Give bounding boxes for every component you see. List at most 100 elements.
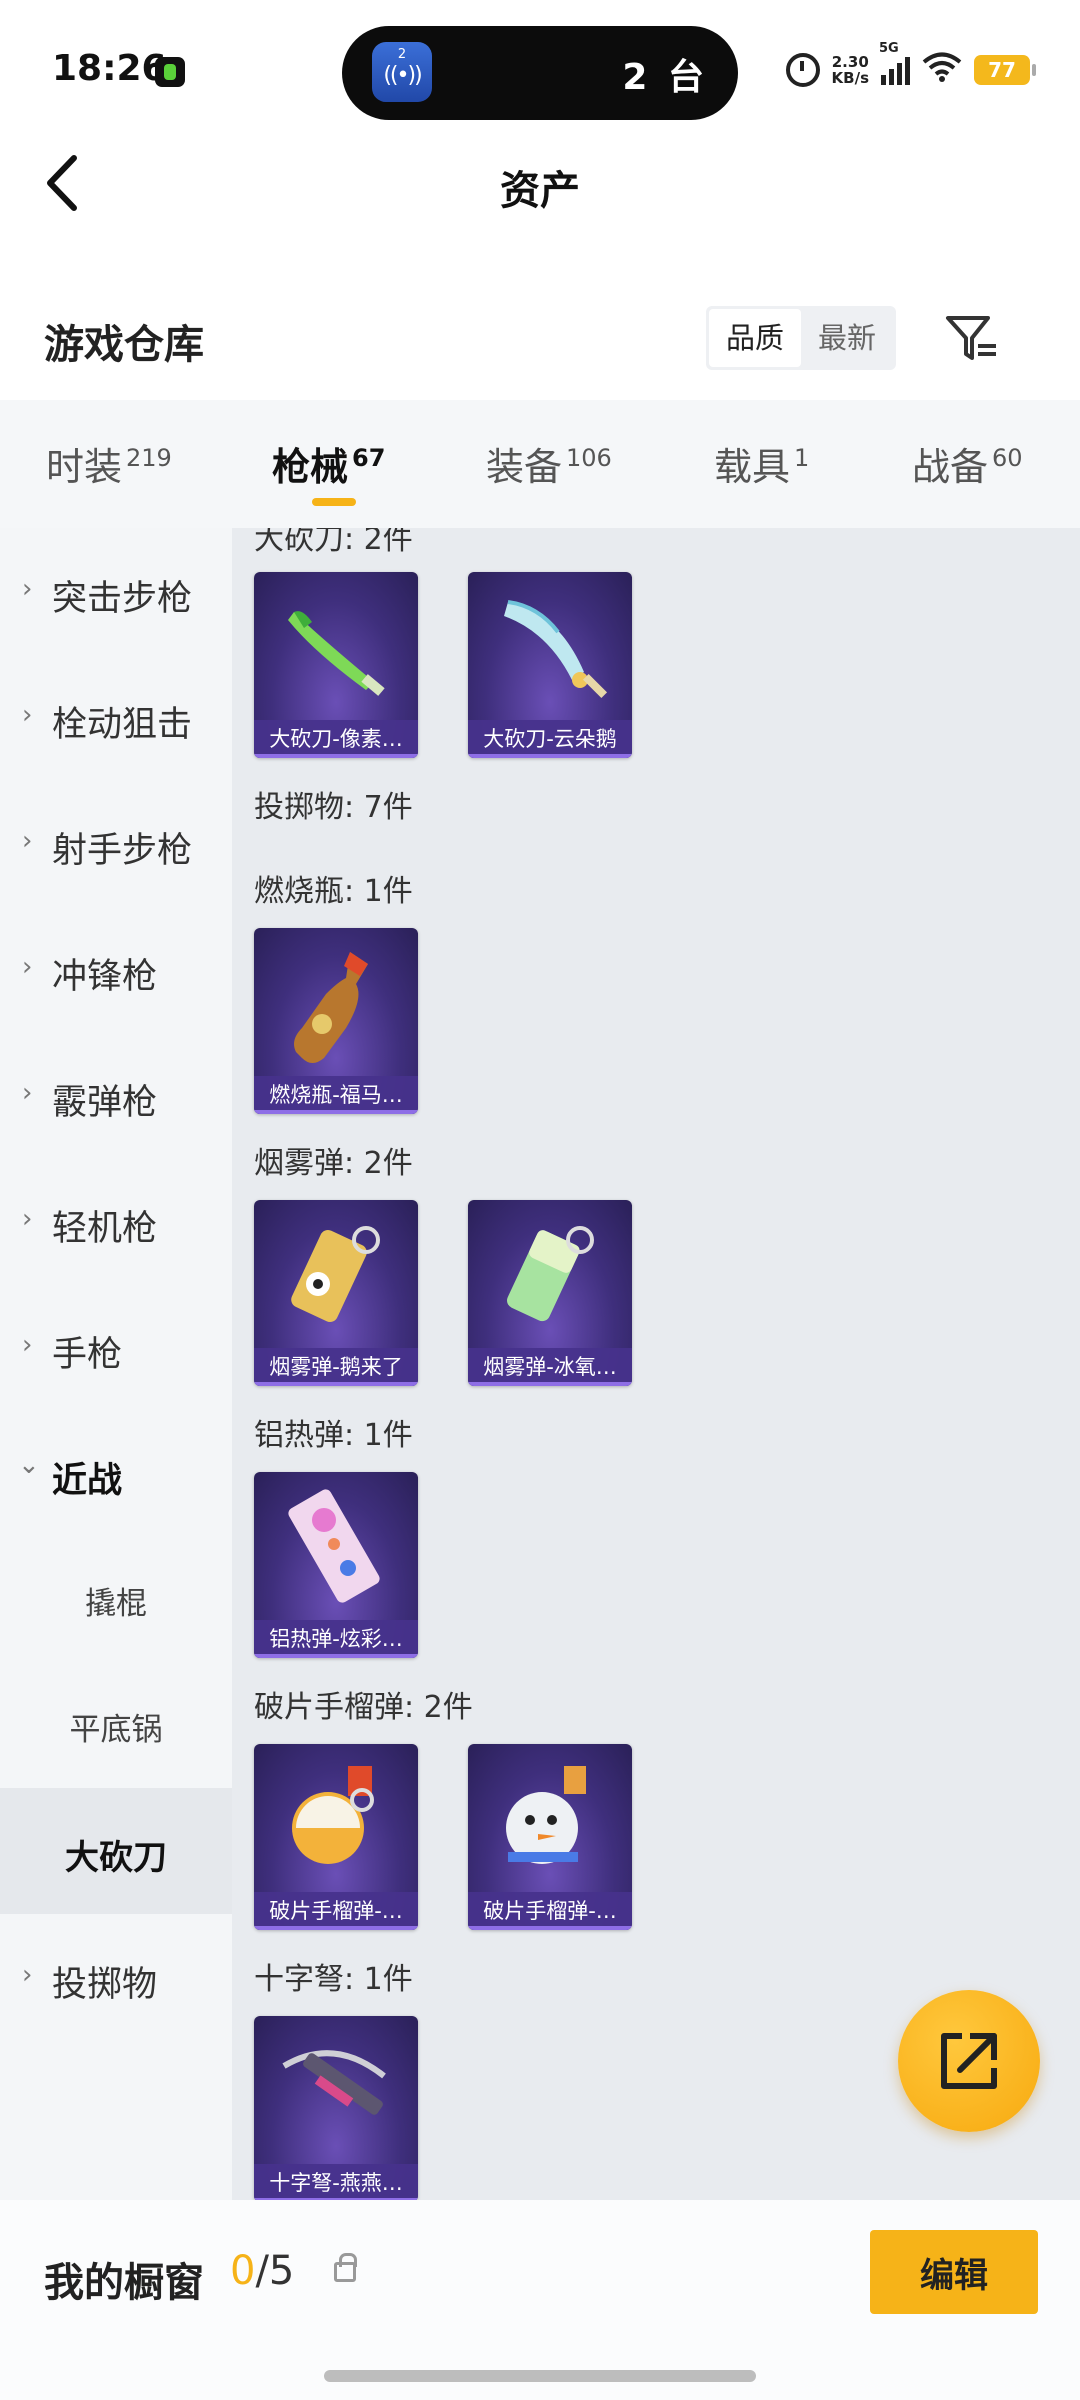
item-name: 破片手榴弹-… — [468, 1892, 632, 1930]
edit-button[interactable]: 编辑 — [870, 2230, 1038, 2314]
sidebar-item-label: 轻机枪 — [52, 1209, 158, 1249]
tab-count: 1 — [794, 444, 810, 472]
molotov-bottle-icon — [294, 952, 368, 1063]
cloud-goose-machete-icon — [504, 600, 608, 699]
section-label: 投掷物: 7件 — [254, 790, 413, 825]
sidebar-item-label: 投掷物 — [52, 1965, 158, 2005]
net-speed-unit: KB/s — [831, 69, 869, 87]
tab-label: 载具 — [714, 445, 791, 489]
share-fab-button[interactable] — [898, 1990, 1040, 2132]
dynamic-island[interactable]: 2 ((•)) 2 台 — [342, 26, 738, 120]
category-tabs: 时装 219 枪械 67 装备 106 载具 1 战备 60 — [0, 400, 1080, 528]
broadcast-icon: 2 ((•)) — [372, 42, 432, 102]
sidebar-item-marksman-rifle[interactable]: › 射手步枪 — [0, 780, 232, 906]
sidebar-item-bolt-sniper[interactable]: › 栓动狙击 — [0, 654, 232, 780]
sidebar-item-smg[interactable]: › 冲锋枪 — [0, 906, 232, 1032]
showcase-total: /5 — [255, 2248, 295, 2294]
page-title: 资产 — [500, 168, 580, 214]
home-indicator[interactable] — [324, 2370, 756, 2382]
sidebar-item-label: 大砍刀 — [65, 1838, 167, 1878]
chevron-down-icon: ⌄ — [18, 1450, 40, 1480]
tab-firearms[interactable]: 枪械 67 — [272, 436, 385, 491]
island-badge: 2 — [397, 47, 407, 62]
chevron-right-icon: › — [22, 1078, 33, 1108]
sidebar-item-label: 栓动狙击 — [52, 705, 193, 745]
showcase-label: 我的橱窗 — [44, 2260, 204, 2306]
showcase-count: 0/5 — [230, 2248, 294, 2294]
item-name: 烟雾弹-鹅来了 — [254, 1348, 418, 1386]
item-card[interactable]: 大砍刀-云朵鹅 — [468, 572, 632, 758]
item-card[interactable]: 燃烧瓶-福马… — [254, 928, 418, 1114]
sidebar-item-label: 冲锋枪 — [52, 957, 158, 997]
sidebar-item-throwables[interactable]: › 投掷物 — [0, 1914, 232, 2040]
sidebar-item-label: 射手步枪 — [52, 831, 193, 871]
filter-icon[interactable] — [944, 310, 1000, 366]
lock-icon — [334, 2253, 357, 2282]
crossbow-icon — [282, 2050, 386, 2115]
item-card[interactable]: 破片手榴弹-… — [468, 1744, 632, 1930]
item-card[interactable]: 十字弩-燕燕… — [254, 2016, 418, 2200]
weapon-type-sidebar: › 突击步枪 › 栓动狙击 › 射手步枪 › 冲锋枪 › 霰弹枪 › 轻机枪 › 手枪 ⌄ 近战… — [0, 528, 232, 2200]
tab-vehicles[interactable]: 载具 1 — [714, 436, 809, 491]
sidebar-item-label: 手枪 — [52, 1335, 123, 1375]
sidebar-item-pistol[interactable]: › 手枪 — [0, 1284, 232, 1410]
active-tab-indicator — [312, 498, 356, 506]
sidebar-item-assault-rifle[interactable]: › 突击步枪 — [0, 528, 232, 654]
chevron-right-icon: › — [22, 1960, 33, 1990]
tab-fashion[interactable]: 时装 219 — [46, 436, 172, 491]
sidebar-item-label: 平底锅 — [69, 1712, 163, 1748]
tab-combat-supplies[interactable]: 战备 60 — [912, 436, 1023, 491]
section-label: 破片手榴弹: 2件 — [254, 1690, 473, 1725]
wifi-icon — [922, 51, 962, 89]
chevron-right-icon: › — [22, 952, 33, 982]
sort-quality-option[interactable]: 品质 — [709, 309, 801, 367]
external-link-icon — [941, 2033, 997, 2089]
tab-label: 时装 — [46, 445, 123, 489]
battery-icon: 77 — [974, 55, 1036, 85]
sidebar-item-crowbar[interactable]: 撬棍 — [0, 1536, 232, 1662]
sidebar-item-label: 撬棍 — [85, 1586, 147, 1622]
sidebar-item-label: 霰弹枪 — [52, 1083, 158, 1123]
tab-equipment[interactable]: 装备 106 — [486, 436, 612, 491]
item-card[interactable]: 铝热弹-炫彩… — [254, 1472, 418, 1658]
green-machete-icon — [288, 611, 385, 696]
sidebar-item-machete[interactable]: 大砍刀 — [0, 1788, 232, 1914]
chevron-right-icon: › — [22, 1204, 33, 1234]
item-name: 烟雾弹-冰氧… — [468, 1348, 632, 1386]
ice-smoke-grenade-icon — [507, 1226, 594, 1322]
candy-thermite-icon — [288, 1489, 380, 1603]
sidebar-item-shotgun[interactable]: › 霰弹枪 — [0, 1032, 232, 1158]
item-card[interactable]: 烟雾弹-鹅来了 — [254, 1200, 418, 1386]
tab-count: 67 — [352, 444, 386, 472]
chevron-right-icon: › — [22, 574, 33, 604]
item-card[interactable]: 破片手榴弹-… — [254, 1744, 418, 1930]
sidebar-item-frying-pan[interactable]: 平底锅 — [0, 1662, 232, 1788]
showcase-current: 0 — [230, 2248, 256, 2294]
chevron-right-icon: › — [22, 700, 33, 730]
section-label: 燃烧瓶: 1件 — [254, 874, 413, 909]
item-name: 破片手榴弹-… — [254, 1892, 418, 1930]
sidebar-item-label: 近战 — [52, 1461, 123, 1501]
tab-label: 战备 — [912, 445, 989, 489]
item-name: 十字弩-燕燕… — [254, 2164, 418, 2200]
section-label: 烟雾弹: 2件 — [254, 1146, 413, 1181]
sort-newest-option[interactable]: 最新 — [801, 309, 893, 367]
tab-count: 106 — [566, 444, 612, 472]
status-bar: 18:26 2 ((•)) 2 台 2.30 KB/s 5G 77 — [0, 0, 1080, 130]
tab-label: 装备 — [486, 445, 563, 489]
item-grid[interactable]: 大砍刀: 2件 大砍刀-像素… 大砍刀-云朵鹅 投掷物: 7件 燃烧瓶: 1件 … — [232, 528, 1080, 2200]
tab-label: 枪械 — [272, 445, 349, 489]
sidebar-item-melee[interactable]: ⌄ 近战 — [0, 1410, 232, 1536]
item-card[interactable]: 大砍刀-像素… — [254, 572, 418, 758]
item-name: 铝热弹-炫彩… — [254, 1620, 418, 1658]
sidebar-item-lmg[interactable]: › 轻机枪 — [0, 1158, 232, 1284]
status-time: 18:26 — [52, 48, 167, 89]
status-icons: 2.30 KB/s 5G 77 — [785, 41, 1036, 90]
item-name: 大砍刀-云朵鹅 — [468, 720, 632, 758]
section-label: 十字弩: 1件 — [254, 1962, 413, 1997]
network-type: 5G — [879, 41, 899, 56]
section-label: 铝热弹: 1件 — [254, 1418, 413, 1453]
island-device-count: 2 台 — [622, 57, 708, 98]
section-label: 大砍刀: 2件 — [254, 528, 413, 557]
item-card[interactable]: 烟雾弹-冰氧… — [468, 1200, 632, 1386]
